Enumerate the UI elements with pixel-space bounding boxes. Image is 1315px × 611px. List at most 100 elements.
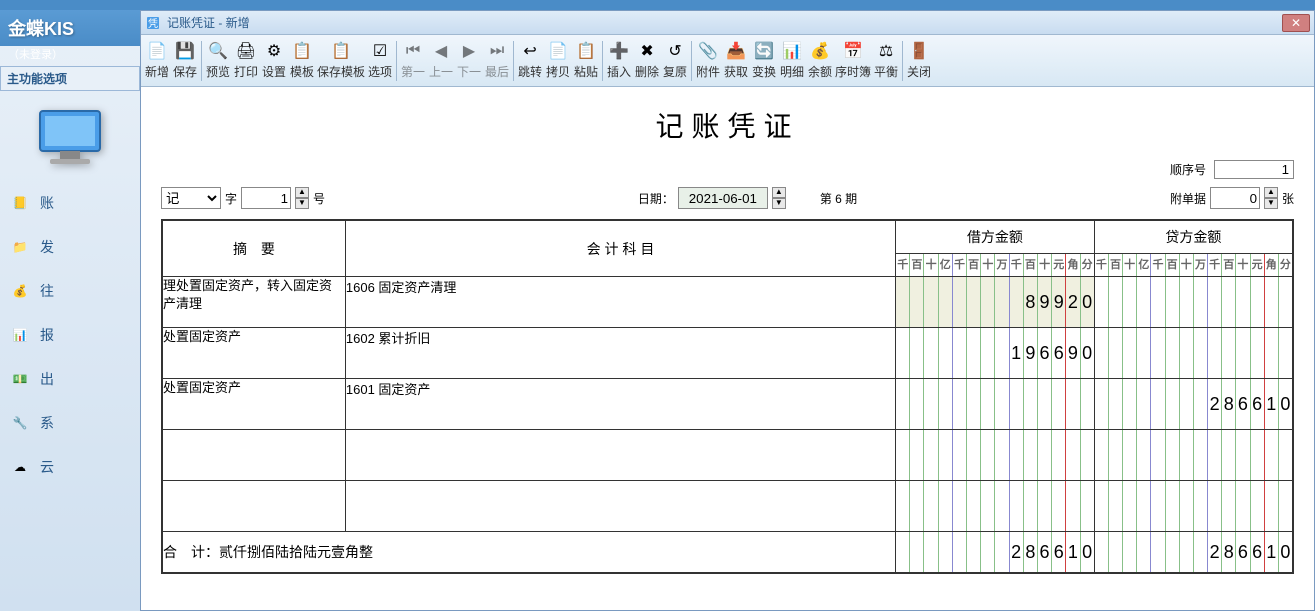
toolbar-attach-button[interactable]: 📎附件 xyxy=(694,37,722,85)
toolbar-label: 新增 xyxy=(145,63,169,80)
toolbar-seq-button[interactable]: 📅序时簿 xyxy=(834,37,872,85)
date-input[interactable] xyxy=(678,187,768,209)
toolbar-print-button[interactable]: 🖨打印 xyxy=(232,37,260,85)
toolbar-label: 粘贴 xyxy=(574,63,598,80)
debit-cell[interactable] xyxy=(896,430,1095,481)
toolbar-convert-button[interactable]: 🔄变换 xyxy=(750,37,778,85)
credit-cell[interactable] xyxy=(1094,481,1293,532)
toolbar-copy-button[interactable]: 📄拷贝 xyxy=(544,37,572,85)
toolbar-label: 余额 xyxy=(808,63,832,80)
toolbar-fetch-button[interactable]: 📥获取 xyxy=(722,37,750,85)
toolbar-insert-button[interactable]: ➕插入 xyxy=(605,37,633,85)
voucher-row[interactable]: 处置固定资产1602 累计折旧196690 xyxy=(162,328,1293,379)
attach-down-button[interactable]: ▼ xyxy=(1264,198,1278,209)
sidebar-item-cash[interactable]: 💵出 xyxy=(0,357,140,401)
debit-cell[interactable] xyxy=(896,481,1095,532)
trial-icon: ⚖ xyxy=(876,41,896,61)
toolbar-label: 设置 xyxy=(262,63,286,80)
toolbar-close-button[interactable]: 🚪 关闭 xyxy=(905,37,933,85)
debit-cell[interactable]: 196690 xyxy=(896,328,1095,379)
credit-cell[interactable] xyxy=(1094,328,1293,379)
sidebar-item-cloud[interactable]: ☁云 xyxy=(0,445,140,489)
col-account: 会 计 科 目 xyxy=(345,220,895,277)
sidebar-item-folder[interactable]: 📁发 xyxy=(0,225,140,269)
account-cell[interactable] xyxy=(345,481,895,532)
sidebar-label: 系 xyxy=(40,413,54,433)
hao-label: 号 xyxy=(313,190,325,207)
date-down-button[interactable]: ▼ xyxy=(772,198,786,209)
debit-cell[interactable]: 89920 xyxy=(896,277,1095,328)
first-icon: ⏮ xyxy=(403,41,423,61)
account-cell[interactable]: 1602 累计折旧 xyxy=(345,328,895,379)
main-function-label[interactable]: 主功能选项 xyxy=(0,66,140,91)
toolbar-next-button: ▶下一 xyxy=(455,37,483,85)
voucher-row[interactable] xyxy=(162,481,1293,532)
toolbar-settings-button[interactable]: ⚙设置 xyxy=(260,37,288,85)
cash-icon: 💵 xyxy=(8,367,32,391)
restore-icon: ↺ xyxy=(665,41,685,61)
credit-cell[interactable] xyxy=(1094,430,1293,481)
voucher-row[interactable]: 理处置固定资产，转入固定资产清理1606 固定资产清理89920 xyxy=(162,277,1293,328)
credit-cell[interactable] xyxy=(1094,277,1293,328)
num-up-button[interactable]: ▲ xyxy=(295,187,309,198)
voucher-row[interactable] xyxy=(162,430,1293,481)
summary-cell[interactable] xyxy=(162,481,345,532)
voucher-number-input[interactable] xyxy=(241,187,291,209)
attach-up-button[interactable]: ▲ xyxy=(1264,187,1278,198)
monitor-icon xyxy=(0,91,140,181)
toolbar-balance-button[interactable]: 💰余额 xyxy=(806,37,834,85)
tools-icon: 🔧 xyxy=(8,411,32,435)
debit-cell[interactable] xyxy=(896,379,1095,430)
toolbar-new-button[interactable]: 📄 新增 xyxy=(143,37,171,85)
options-icon: ☑ xyxy=(370,41,390,61)
toolbar-label: 保存模板 xyxy=(317,63,365,80)
date-up-button[interactable]: ▲ xyxy=(772,187,786,198)
summary-cell[interactable]: 理处置固定资产，转入固定资产清理 xyxy=(162,277,345,328)
paste-icon: 📋 xyxy=(576,41,596,61)
new-icon: 📄 xyxy=(147,41,167,61)
toolbar-label: 序时簿 xyxy=(835,63,871,80)
toolbar-delete-button[interactable]: ✖删除 xyxy=(633,37,661,85)
preview-icon: 🔍 xyxy=(208,41,228,61)
close-button[interactable]: ✕ xyxy=(1282,14,1310,32)
account-cell[interactable]: 1606 固定资产清理 xyxy=(345,277,895,328)
close-icon: 🚪 xyxy=(909,41,929,61)
toolbar-options-button[interactable]: ☑ 选项 xyxy=(366,37,394,85)
toolbar-trial-button[interactable]: ⚖平衡 xyxy=(872,37,900,85)
sidebar-item-report[interactable]: 📊报 xyxy=(0,313,140,357)
toolbar-label: 明细 xyxy=(780,63,804,80)
debit-digits-header: 千百十亿千百十万千百十元角分 xyxy=(896,254,1095,277)
fetch-icon: 📥 xyxy=(726,41,746,61)
sidebar-item-money-bag[interactable]: 💰往 xyxy=(0,269,140,313)
next-icon: ▶ xyxy=(459,41,479,61)
sidebar-label: 往 xyxy=(40,281,54,301)
sidebar-item-ledger[interactable]: 📒账 xyxy=(0,181,140,225)
toolbar-label: 选项 xyxy=(368,63,392,80)
attach-input[interactable] xyxy=(1210,187,1260,209)
toolbar-label: 关闭 xyxy=(907,63,931,80)
voucher-type-combo[interactable]: 记 xyxy=(161,187,221,209)
num-down-button[interactable]: ▼ xyxy=(295,198,309,209)
toolbar-preview-button[interactable]: 🔍预览 xyxy=(204,37,232,85)
voucher-row[interactable]: 处置固定资产1601 固定资产 286610 xyxy=(162,379,1293,430)
sidebar-item-tools[interactable]: 🔧系 xyxy=(0,401,140,445)
titlebar: 凭 记账凭证 - 新增 ✕ xyxy=(141,11,1314,35)
summary-cell[interactable] xyxy=(162,430,345,481)
template-icon: 📋 xyxy=(292,41,312,61)
account-cell[interactable] xyxy=(345,430,895,481)
summary-cell[interactable]: 处置固定资产 xyxy=(162,379,345,430)
toolbar-label: 删除 xyxy=(635,63,659,80)
convert-icon: 🔄 xyxy=(754,41,774,61)
account-cell[interactable]: 1601 固定资产 xyxy=(345,379,895,430)
toolbar-save-template-button[interactable]: 📋保存模板 xyxy=(316,37,366,85)
toolbar-goto-button[interactable]: ↩跳转 xyxy=(516,37,544,85)
toolbar-restore-button[interactable]: ↺复原 xyxy=(661,37,689,85)
toolbar-template-button[interactable]: 📋模板 xyxy=(288,37,316,85)
credit-cell[interactable]: 286610 xyxy=(1094,379,1293,430)
col-debit: 借方金额 xyxy=(896,220,1095,254)
toolbar-save-button[interactable]: 💾保存 xyxy=(171,37,199,85)
toolbar-paste-button[interactable]: 📋 粘贴 xyxy=(572,37,600,85)
summary-cell[interactable]: 处置固定资产 xyxy=(162,328,345,379)
toolbar-detail-button[interactable]: 📊明细 xyxy=(778,37,806,85)
seq-input[interactable] xyxy=(1214,160,1294,179)
